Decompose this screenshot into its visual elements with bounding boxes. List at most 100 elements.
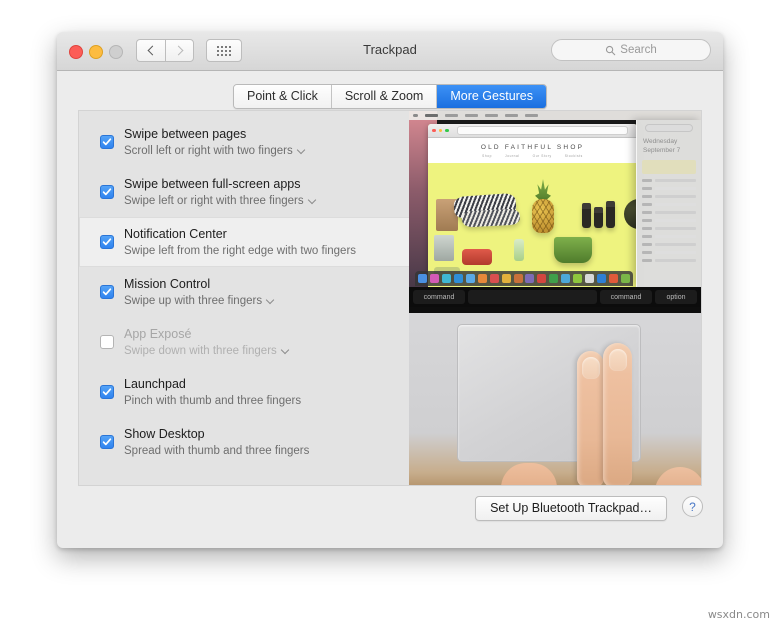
gesture-subtitle-row: Pinch with thumb and three fingers — [124, 394, 301, 409]
search-placeholder: Search — [620, 44, 657, 56]
preview-product-photo — [428, 163, 637, 287]
tab-bar: Point & Click Scroll & Zoom More Gesture… — [57, 84, 723, 109]
thumb — [501, 463, 557, 485]
notification-item — [642, 219, 696, 222]
gesture-subtitle: Pinch with thumb and three fingers — [124, 395, 302, 407]
preview-notification-center: Wednesday September 7 — [636, 120, 701, 287]
preferences-window: Trackpad Search Point & Click Scroll & Z… — [57, 32, 723, 548]
menu-item — [425, 114, 438, 117]
gesture-checkbox[interactable] — [100, 285, 114, 299]
search-input[interactable]: Search — [551, 39, 711, 61]
set-up-bluetooth-trackpad-button[interactable]: Set Up Bluetooth Trackpad… — [475, 496, 667, 521]
dock-icon — [429, 274, 439, 283]
notification-item — [642, 211, 696, 214]
window-titlebar: Trackpad Search — [57, 32, 723, 71]
gesture-row-launchpad[interactable]: Launchpad Pinch with thumb and three fin… — [79, 367, 411, 417]
notification-item — [642, 251, 696, 254]
dock-icon — [513, 274, 523, 283]
gesture-subtitle-row[interactable]: Scroll left or right with two fingers — [124, 144, 305, 159]
gesture-text: Swipe between pages Scroll left or right… — [124, 125, 305, 159]
gesture-row-show-desktop[interactable]: Show Desktop Spread with thumb and three… — [79, 417, 411, 467]
notification-item — [642, 235, 696, 238]
preview-notification-summary — [642, 160, 696, 174]
gesture-checkbox[interactable] — [100, 335, 114, 349]
preview-shop-name: OLD FAITHFUL SHOP — [480, 144, 585, 151]
gesture-title: Notification Center — [124, 227, 227, 241]
laptop-keyboard-edge — [409, 307, 701, 313]
notification-item — [642, 179, 696, 182]
fingernail — [608, 349, 627, 371]
gesture-checkbox[interactable] — [100, 185, 114, 199]
gesture-title: Swipe between full-screen apps — [124, 177, 301, 191]
notification-date-line-2: September 7 — [643, 146, 681, 154]
help-button[interactable]: ? — [682, 496, 703, 517]
preview-minimize-dot — [438, 128, 442, 133]
chevron-down-icon[interactable] — [265, 295, 275, 305]
gesture-preview: OLD FAITHFUL SHOP Shop Journal Our Story… — [409, 111, 701, 485]
gesture-subtitle: Swipe up with three fingers — [124, 295, 263, 307]
gesture-row-mission-control[interactable]: Mission Control Swipe up with three fing… — [79, 267, 411, 317]
apple-menu-icon — [413, 114, 418, 117]
gesture-title: Swipe between pages — [124, 127, 247, 141]
gesture-checkbox[interactable] — [100, 235, 114, 249]
preview-menu-bar — [409, 111, 701, 120]
dock-icon — [465, 274, 475, 283]
window-footer: Set Up Bluetooth Trackpad… ? — [57, 486, 723, 548]
fingernail — [581, 357, 600, 379]
dock-icon — [573, 274, 583, 283]
dock-icon — [453, 274, 463, 283]
gesture-subtitle-row[interactable]: Swipe left or right with three fingers — [124, 194, 316, 209]
dock-icon — [418, 274, 427, 283]
gesture-subtitle: Swipe left from the right edge with two … — [124, 245, 357, 257]
gesture-row-notification-center[interactable]: Notification Center Swipe left from the … — [79, 217, 424, 267]
gesture-subtitle: Swipe left or right with three fingers — [124, 195, 304, 207]
notification-item — [642, 195, 696, 198]
gesture-row-swipe-between-pages[interactable]: Swipe between pages Scroll left or right… — [79, 117, 411, 167]
preview-notification-date: Wednesday September 7 — [643, 138, 701, 155]
dock-icon — [561, 274, 571, 283]
gesture-subtitle: Swipe down with three fingers — [124, 345, 277, 357]
preview-nav-link: Journal — [505, 154, 520, 158]
product-green-bottle — [514, 239, 524, 261]
gestures-panel: Swipe between pages Scroll left or right… — [78, 110, 702, 486]
preview-nav-links: Shop Journal Our Story Stockists — [482, 154, 583, 158]
preview-page-header: OLD FAITHFUL SHOP Shop Journal Our Story… — [428, 138, 637, 164]
gesture-checkbox[interactable] — [100, 435, 114, 449]
menu-item — [445, 114, 458, 117]
gesture-text: Notification Center Swipe left from the … — [124, 225, 356, 259]
gesture-text: Launchpad Pinch with thumb and three fin… — [124, 375, 301, 409]
gesture-subtitle-row[interactable]: Swipe down with three fingers — [124, 344, 290, 359]
preview-desktop-screenshot: OLD FAITHFUL SHOP Shop Journal Our Story… — [409, 111, 701, 307]
tab-scroll-and-zoom[interactable]: Scroll & Zoom — [331, 85, 438, 108]
notification-item — [642, 243, 696, 246]
gesture-row-app-expose[interactable]: App Exposé Swipe down with three fingers — [79, 317, 411, 367]
dock-icon — [609, 274, 618, 283]
finger-middle — [603, 343, 632, 485]
gesture-title: Launchpad — [124, 377, 186, 391]
gesture-subtitle-row: Swipe left from the right edge with two … — [124, 244, 356, 259]
preview-address-bar — [456, 126, 628, 135]
gesture-subtitle-row[interactable]: Swipe up with three fingers — [124, 294, 275, 309]
dock-icon — [489, 274, 499, 283]
menu-item — [465, 114, 478, 117]
product-bottle — [606, 201, 615, 228]
preview-zoom-dot — [445, 128, 449, 133]
preview-keyboard-row: command command option — [409, 287, 701, 307]
preview-notification-items — [642, 179, 696, 262]
gesture-row-swipe-between-full-screen-apps[interactable]: Swipe between full-screen apps Swipe lef… — [79, 167, 411, 217]
chevron-down-icon[interactable] — [280, 345, 290, 355]
gesture-checkbox[interactable] — [100, 135, 114, 149]
notification-item — [642, 259, 696, 262]
preview-nav-link: Our Story — [532, 154, 552, 158]
tab-point-and-click[interactable]: Point & Click — [233, 85, 332, 108]
dock-icon — [525, 274, 535, 283]
chevron-down-icon[interactable] — [307, 195, 316, 205]
gesture-checkbox[interactable] — [100, 385, 114, 399]
chevron-down-icon[interactable] — [296, 145, 305, 155]
tab-more-gestures[interactable]: More Gestures — [437, 85, 547, 108]
notification-date-line-1: Wednesday — [643, 138, 678, 145]
product-box-2 — [434, 235, 454, 261]
dock-icon — [549, 274, 559, 283]
preview-close-dot — [432, 128, 436, 133]
product-bottle — [582, 203, 591, 228]
